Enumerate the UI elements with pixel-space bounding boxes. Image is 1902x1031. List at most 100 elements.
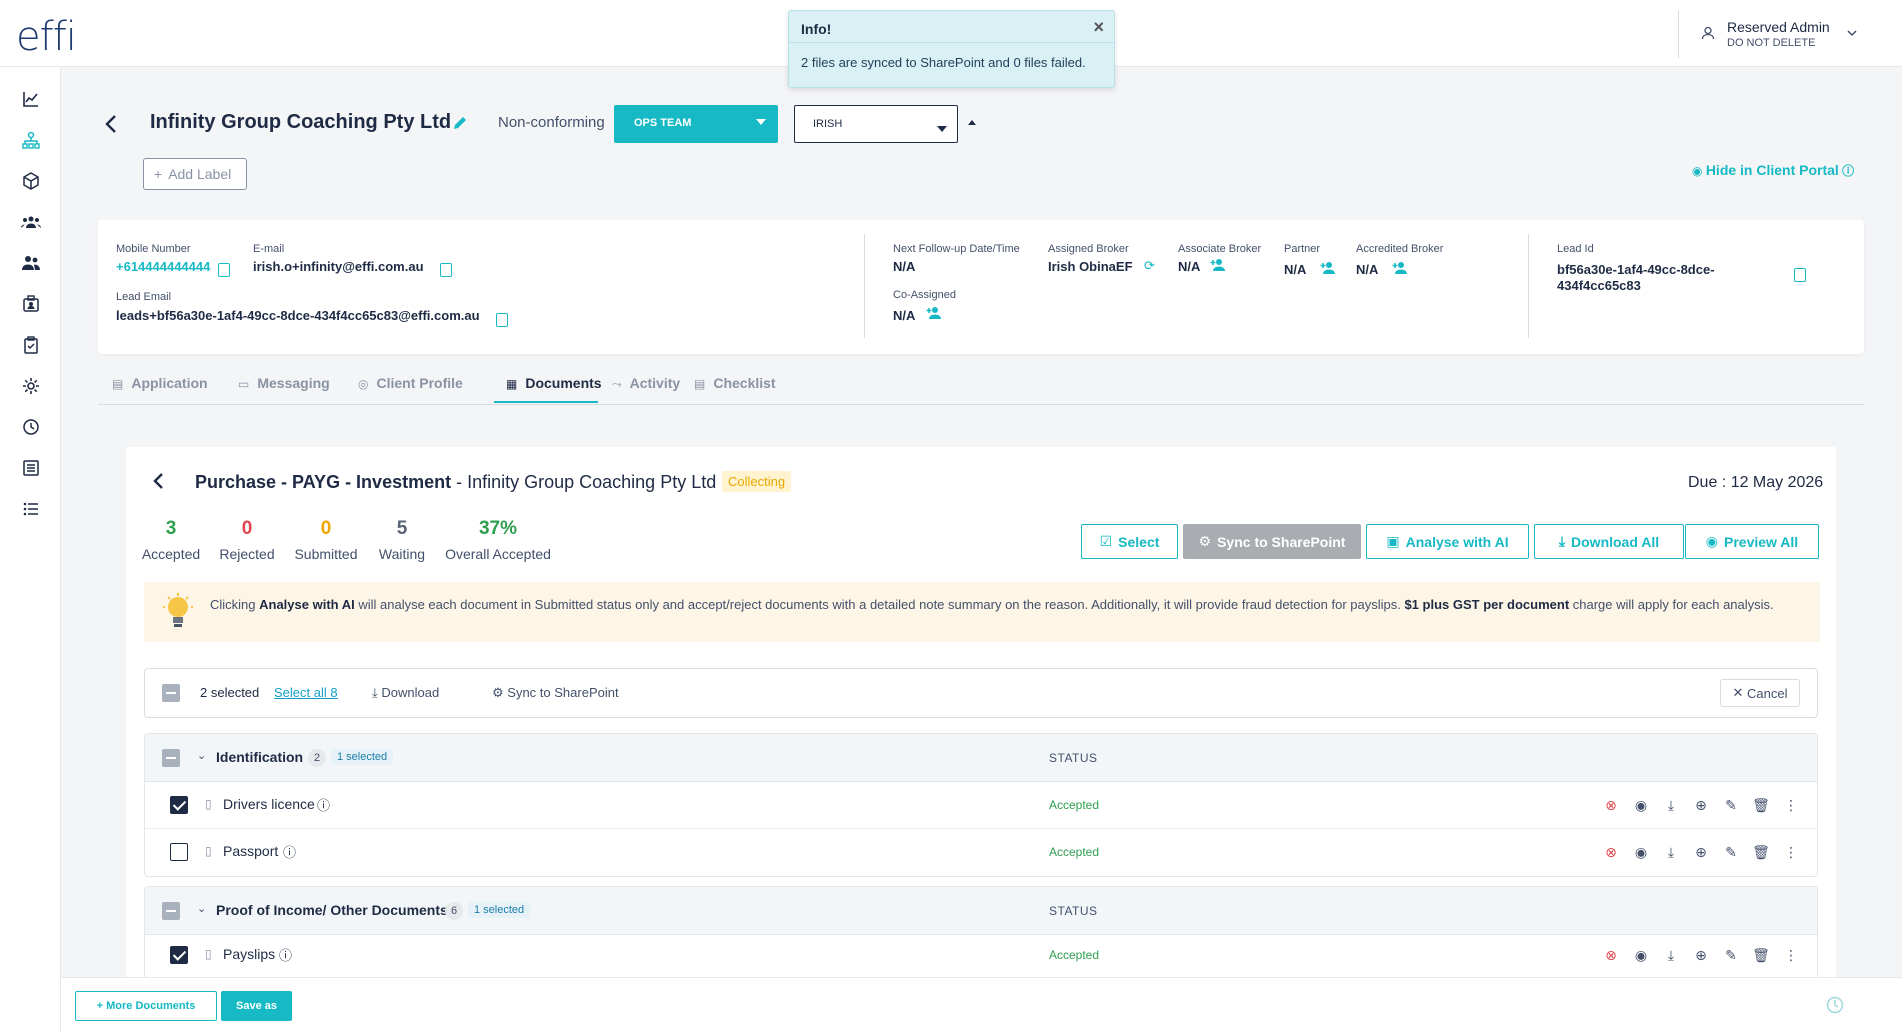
group-icon[interactable] bbox=[20, 211, 42, 233]
caret-up-icon[interactable] bbox=[968, 120, 976, 125]
coassigned-label: Co-Assigned bbox=[893, 289, 956, 301]
eye-icon[interactable]: ◉ bbox=[1633, 797, 1649, 813]
back-icon[interactable] bbox=[104, 114, 128, 138]
copy-icon[interactable] bbox=[218, 263, 230, 277]
list-alt-icon[interactable] bbox=[20, 457, 42, 479]
add-person-icon[interactable] bbox=[1210, 258, 1226, 275]
users-icon[interactable] bbox=[20, 252, 42, 274]
help-icon[interactable]: ⓘ bbox=[283, 842, 296, 861]
tab-application[interactable]: ▤ Application bbox=[112, 375, 208, 401]
refresh-icon[interactable]: ⟳ bbox=[1144, 258, 1155, 274]
trash-icon[interactable]: 🗑 bbox=[1752, 844, 1770, 860]
notice-bold: $1 plus GST per document bbox=[1404, 597, 1570, 612]
row-checkbox[interactable] bbox=[170, 946, 188, 964]
sync-selected-button[interactable]: ⚙ Sync to SharePoint bbox=[492, 685, 619, 701]
more-documents-button[interactable]: + More Documents bbox=[75, 991, 217, 1021]
reject-icon[interactable]: ⊗ bbox=[1603, 797, 1619, 813]
select-icon: ☑ bbox=[1099, 533, 1113, 549]
accredited-broker-value: N/A bbox=[1356, 262, 1379, 277]
user-menu[interactable]: Reserved Admin DO NOT DELETE bbox=[1678, 10, 1858, 58]
mobile-value[interactable]: +614444444444 bbox=[116, 259, 210, 274]
preview-all-button[interactable]: ◉ Preview All bbox=[1685, 524, 1819, 559]
tab-messaging[interactable]: ▭ Messaging bbox=[238, 375, 330, 401]
select-button[interactable]: ☑ Select bbox=[1081, 524, 1178, 559]
reject-icon[interactable]: ⊗ bbox=[1603, 844, 1619, 860]
row-checkbox[interactable] bbox=[170, 843, 188, 861]
download-icon[interactable]: ⤓ bbox=[1663, 797, 1679, 813]
tab-checklist[interactable]: ▤ Checklist bbox=[694, 375, 776, 401]
upload-icon[interactable]: ⊕ bbox=[1693, 797, 1709, 813]
copy-icon[interactable] bbox=[440, 263, 452, 277]
edit-document-icon[interactable]: ✎ bbox=[1723, 844, 1739, 860]
download-selected-button[interactable]: ⤓ Download bbox=[372, 685, 439, 701]
back-icon[interactable] bbox=[152, 472, 164, 496]
eye-icon[interactable]: ◉ bbox=[1633, 947, 1649, 963]
effi-logo[interactable]: effi bbox=[16, 14, 77, 60]
document-icon: ▯ bbox=[205, 844, 212, 858]
pencil-icon[interactable] bbox=[452, 115, 468, 134]
download-icon[interactable]: ⤓ bbox=[1663, 844, 1679, 860]
more-vertical-icon[interactable]: ⋮ bbox=[1783, 844, 1799, 860]
deselect-all-checkbox[interactable] bbox=[162, 684, 180, 702]
table-row: ▯ Passport ⓘ Accepted ⊗ ◉ ⤓ ⊕ ✎ 🗑 ⋮ bbox=[145, 829, 1817, 876]
help-icon[interactable]: ⓘ bbox=[317, 795, 330, 814]
edit-document-icon[interactable]: ✎ bbox=[1723, 797, 1739, 813]
more-vertical-icon[interactable]: ⋮ bbox=[1783, 947, 1799, 963]
document-name[interactable]: Payslips bbox=[223, 946, 275, 962]
tab-documents[interactable]: ▦ Documents bbox=[494, 375, 602, 403]
add-person-icon[interactable] bbox=[926, 306, 942, 323]
group-checkbox[interactable] bbox=[162, 902, 180, 920]
chart-icon[interactable] bbox=[20, 88, 42, 110]
applicant-name: - Infinity Group Coaching Pty Ltd bbox=[451, 472, 717, 492]
download-icon: ⤓ bbox=[372, 685, 382, 700]
group-header: ⌄ Identification 2 1 selected STATUS bbox=[145, 734, 1817, 782]
document-name[interactable]: Passport bbox=[223, 843, 278, 859]
group-checkbox[interactable] bbox=[162, 749, 180, 767]
sync-sharepoint-button[interactable]: ⚙ Sync to SharePoint bbox=[1183, 524, 1361, 559]
chevron-down-icon[interactable]: ⌄ bbox=[197, 902, 206, 915]
upload-icon[interactable]: ⊕ bbox=[1693, 844, 1709, 860]
download-icon[interactable]: ⤓ bbox=[1663, 947, 1679, 963]
document-group-identification: ⌄ Identification 2 1 selected STATUS ▯ D… bbox=[144, 733, 1818, 877]
download-all-button[interactable]: ⤓ Download All bbox=[1534, 524, 1684, 559]
copy-icon[interactable] bbox=[496, 313, 508, 327]
lightbulb-icon bbox=[162, 592, 194, 635]
lead-email-label: Lead Email bbox=[116, 291, 172, 303]
document-name[interactable]: Drivers licence bbox=[223, 796, 315, 812]
eye-icon[interactable]: ◉ bbox=[1633, 844, 1649, 860]
upload-icon[interactable]: ⊕ bbox=[1693, 947, 1709, 963]
settings-icon[interactable] bbox=[20, 375, 42, 397]
cancel-button[interactable]: ✕ Cancel bbox=[1720, 679, 1800, 707]
org-chart-icon[interactable] bbox=[20, 129, 42, 151]
more-vertical-icon[interactable]: ⋮ bbox=[1783, 797, 1799, 813]
tab-activity[interactable]: ⤳ Activity bbox=[612, 375, 680, 402]
add-person-icon[interactable] bbox=[1392, 261, 1408, 278]
add-label-button[interactable]: + Add Label bbox=[143, 158, 247, 190]
eye-icon: ◉ bbox=[1692, 164, 1706, 178]
trash-icon[interactable]: 🗑 bbox=[1752, 947, 1770, 963]
copy-icon[interactable] bbox=[1794, 268, 1806, 282]
assignee-dropdown[interactable]: IRISH bbox=[794, 105, 958, 143]
analyse-ai-button[interactable]: ▣ Analyse with AI bbox=[1366, 524, 1529, 559]
row-checkbox[interactable] bbox=[170, 796, 188, 814]
team-dropdown[interactable]: OPS TEAM bbox=[614, 105, 778, 143]
hide-in-client-portal-link[interactable]: ◉ Hide in Client Portal ⓘ bbox=[1692, 162, 1854, 179]
clock-icon[interactable] bbox=[1826, 996, 1844, 1017]
list-icon[interactable] bbox=[20, 498, 42, 520]
page-title: Infinity Group Coaching Pty Ltd bbox=[150, 111, 452, 133]
refresh-circle-icon[interactable] bbox=[20, 416, 42, 438]
reject-icon[interactable]: ⊗ bbox=[1603, 947, 1619, 963]
add-person-icon[interactable] bbox=[1320, 261, 1336, 278]
save-as-button[interactable]: Save as bbox=[221, 991, 292, 1021]
clipboard-check-icon[interactable] bbox=[20, 334, 42, 356]
tab-client-profile[interactable]: ◎ Client Profile bbox=[358, 375, 463, 401]
badge-icon[interactable] bbox=[20, 293, 42, 315]
help-icon[interactable]: ⓘ bbox=[279, 945, 292, 964]
select-all-link[interactable]: Select all 8 bbox=[274, 685, 338, 700]
edit-document-icon[interactable]: ✎ bbox=[1723, 947, 1739, 963]
box-icon[interactable] bbox=[20, 170, 42, 192]
close-icon[interactable]: × bbox=[1093, 17, 1104, 38]
stat-accepted: 3 Accepted bbox=[140, 518, 202, 562]
chevron-down-icon[interactable]: ⌄ bbox=[197, 749, 206, 762]
trash-icon[interactable]: 🗑 bbox=[1752, 797, 1770, 813]
